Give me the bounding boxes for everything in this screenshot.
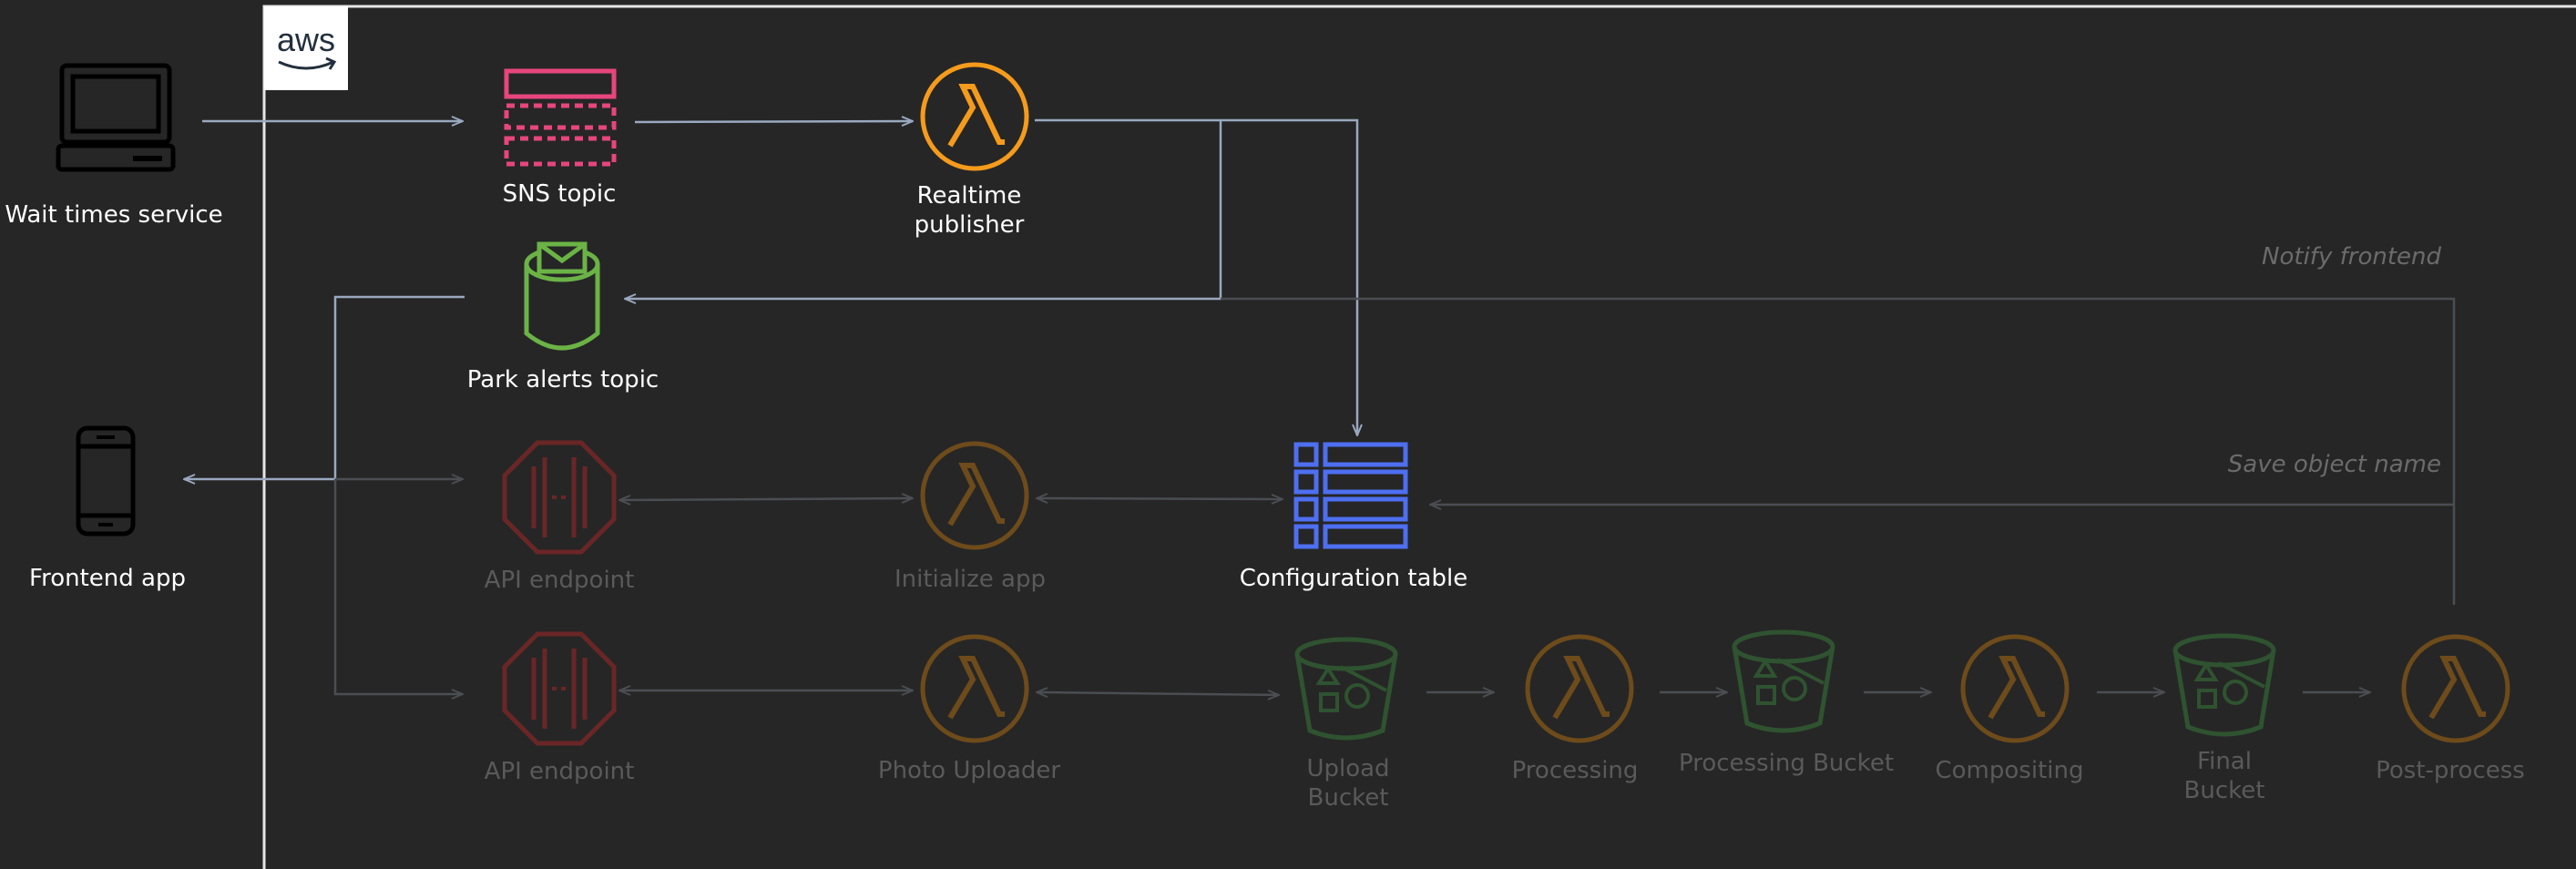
processing-bucket-icon — [1734, 632, 1833, 731]
wait-times-service-label: Wait times service — [5, 201, 223, 229]
dynamodb-table-icon — [1293, 442, 1408, 549]
api-endpoint-1-icon — [505, 443, 614, 552]
park-alerts-topic-label: Park alerts topic — [466, 366, 659, 394]
upload-bucket-icon — [1297, 639, 1395, 738]
final-bucket-label: Final Bucket — [2183, 748, 2265, 804]
mobile-phone-icon — [76, 425, 136, 537]
laptop-icon — [56, 63, 176, 172]
final-bucket-icon — [2175, 636, 2274, 734]
api-endpoint-2-icon — [505, 634, 614, 743]
initialize-app-label: Initialize app — [894, 566, 1047, 593]
architecture-diagram: aws Wait times service SNS topic Realtim… — [0, 0, 2576, 869]
aws-logo: aws — [277, 21, 335, 58]
post-process-lambda-icon — [2404, 637, 2508, 741]
sns-topic-icon — [504, 68, 617, 167]
aws-cloud-boundary — [262, 5, 2576, 869]
compositing-label: Compositing — [1935, 757, 2084, 784]
processing-lambda-icon — [1528, 637, 1631, 741]
post-process-label: Post-process — [2376, 757, 2525, 784]
save-object-name-label: Save object name — [2227, 451, 2441, 478]
arrow-park-alerts-to-frontend — [184, 295, 465, 479]
arrow-frontend-to-api-2 — [333, 479, 463, 694]
sns-topic-label: SNS topic — [502, 180, 617, 208]
arrow-photo-uploader-upload-bucket — [1037, 692, 1279, 695]
compositing-lambda-icon — [1963, 637, 2067, 741]
arrow-api1-initialize — [619, 498, 913, 500]
upload-bucket-label: Upload Bucket — [1306, 755, 1390, 812]
api-endpoint-1-label: API endpoint — [484, 567, 635, 594]
realtime-publisher-lambda-icon — [923, 65, 1027, 169]
frontend-app-label: Frontend app — [29, 565, 186, 592]
initialize-app-lambda-icon — [923, 444, 1027, 547]
api-endpoint-2-label: API endpoint — [484, 758, 635, 785]
notify-frontend-label: Notify frontend — [2262, 243, 2441, 271]
realtime-publisher-label: Realtime publisher — [914, 182, 1025, 239]
arrow-sns-to-realtime — [634, 121, 913, 122]
diagram-canvas: aws — [56, 5, 2576, 869]
arrow-realtime-to-config-table — [1035, 118, 1357, 435]
processing-label: Processing — [1511, 757, 1639, 784]
photo-uploader-label: Photo Uploader — [877, 757, 1061, 784]
arrow-initialize-config — [1037, 498, 1283, 499]
photo-uploader-lambda-icon — [923, 637, 1027, 741]
configuration-table-label: Configuration table — [1239, 565, 1468, 592]
processing-bucket-label: Processing Bucket — [1678, 750, 1895, 777]
park-alerts-mailbox-icon — [524, 241, 600, 351]
